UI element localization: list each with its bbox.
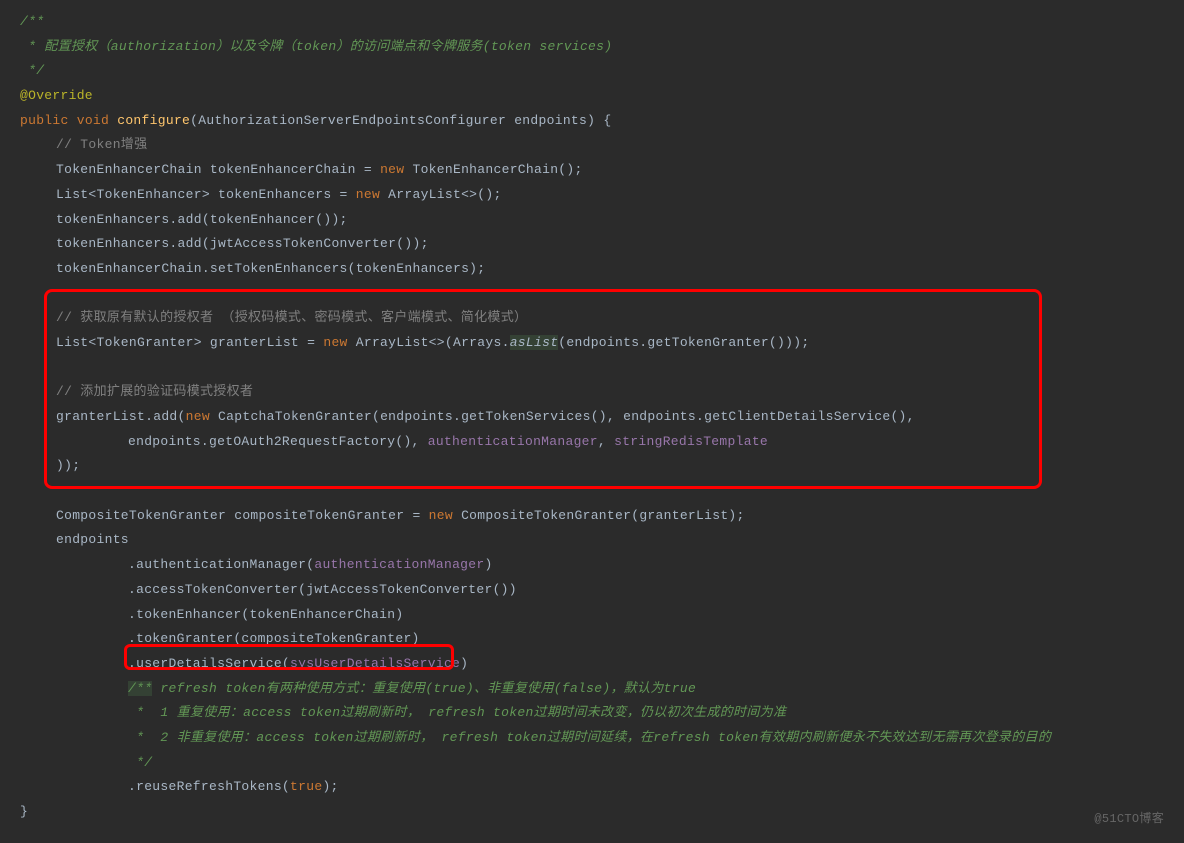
code-statement: .tokenGranter(compositeTokenGranter) (20, 627, 1184, 652)
comment-line: /** (20, 10, 1184, 35)
code-statement: tokenEnhancers.add(tokenEnhancer()); (20, 208, 1184, 233)
code-statement: List<TokenGranter> granterList = new Arr… (20, 331, 1184, 356)
code-statement: tokenEnhancers.add(jwtAccessTokenConvert… (20, 232, 1184, 257)
code-statement: .authenticationManager(authenticationMan… (20, 553, 1184, 578)
blank-line (20, 479, 1184, 504)
annotation-line: @Override (20, 84, 1184, 109)
watermark: @51CTO博客 (1094, 808, 1164, 831)
code-statement: .accessTokenConverter(jwtAccessTokenConv… (20, 578, 1184, 603)
code-statement: .tokenEnhancer(tokenEnhancerChain) (20, 603, 1184, 628)
code-statement: )); (20, 454, 1184, 479)
code-statement: endpoints.getOAuth2RequestFactory(), aut… (20, 430, 1184, 455)
comment-line: */ (20, 59, 1184, 84)
doc-comment: * 1 重复使用：access token过期刷新时， refresh toke… (20, 701, 1184, 726)
code-statement: granterList.add(new CaptchaTokenGranter(… (20, 405, 1184, 430)
method-signature: public void configure(AuthorizationServe… (20, 109, 1184, 134)
blank-line (20, 356, 1184, 381)
doc-comment: */ (20, 751, 1184, 776)
code-statement: .userDetailsService(sysUserDetailsServic… (20, 652, 1184, 677)
method-close: } (20, 800, 1184, 825)
code-statement: List<TokenEnhancer> tokenEnhancers = new… (20, 183, 1184, 208)
comment-line: // Token增强 (20, 133, 1184, 158)
comment-line: * 配置授权（authorization）以及令牌（token）的访问端点和令牌… (20, 35, 1184, 60)
comment-line: // 获取原有默认的授权者 （授权码模式、密码模式、客户端模式、简化模式） (20, 306, 1184, 331)
code-statement: CompositeTokenGranter compositeTokenGran… (20, 504, 1184, 529)
blank-line (20, 282, 1184, 307)
code-statement: TokenEnhancerChain tokenEnhancerChain = … (20, 158, 1184, 183)
code-statement: .reuseRefreshTokens(true); (20, 775, 1184, 800)
comment-line: // 添加扩展的验证码模式授权者 (20, 380, 1184, 405)
doc-comment: * 2 非重复使用：access token过期刷新时， refresh tok… (20, 726, 1184, 751)
code-statement: tokenEnhancerChain.setTokenEnhancers(tok… (20, 257, 1184, 282)
code-statement: endpoints (20, 528, 1184, 553)
doc-comment: /** refresh token有两种使用方式：重复使用(true)、非重复使… (20, 677, 1184, 702)
